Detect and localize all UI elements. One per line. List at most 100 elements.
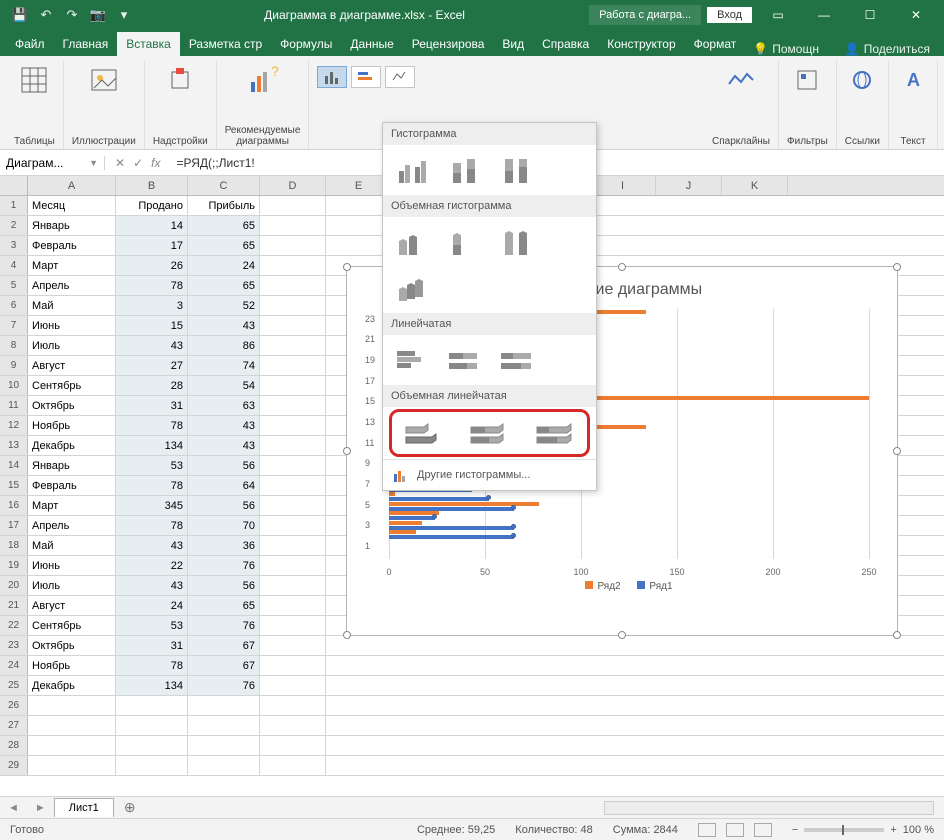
page-break-view-icon[interactable]: [754, 823, 772, 837]
normal-view-icon[interactable]: [698, 823, 716, 837]
percent-stacked-column-3d-icon[interactable]: [497, 225, 537, 259]
cell[interactable]: 65: [188, 596, 260, 615]
cell[interactable]: 78: [116, 476, 188, 495]
cell[interactable]: [260, 616, 326, 635]
stacked-column-3d-icon[interactable]: [445, 225, 485, 259]
cancel-formula-icon[interactable]: ✕: [115, 156, 125, 170]
cell[interactable]: 345: [116, 496, 188, 515]
cell[interactable]: 86: [188, 336, 260, 355]
cell[interactable]: 22: [116, 556, 188, 575]
cell[interactable]: 27: [116, 356, 188, 375]
cell[interactable]: [260, 496, 326, 515]
cell[interactable]: [260, 656, 326, 675]
qat-dropdown-icon[interactable]: ▾: [116, 7, 132, 23]
cell[interactable]: 54: [188, 376, 260, 395]
cell[interactable]: Сентябрь: [28, 616, 116, 635]
cell[interactable]: [260, 256, 326, 275]
row-header[interactable]: 19: [0, 556, 28, 575]
clustered-column-icon[interactable]: [393, 153, 433, 187]
cell[interactable]: 67: [188, 656, 260, 675]
row-header[interactable]: 23: [0, 636, 28, 655]
cell[interactable]: [260, 196, 326, 215]
cell[interactable]: Июль: [28, 336, 116, 355]
bar-chart-button[interactable]: [351, 66, 381, 88]
percent-stacked-column-icon[interactable]: [497, 153, 537, 187]
cell[interactable]: 76: [188, 676, 260, 695]
sheet-nav-prev[interactable]: ◄: [0, 802, 27, 814]
sheet-tab[interactable]: Лист1: [54, 798, 114, 817]
cell[interactable]: [260, 296, 326, 315]
line-chart-button[interactable]: [385, 66, 415, 88]
cell[interactable]: Ноябрь: [28, 656, 116, 675]
sheet-nav-next[interactable]: ►: [27, 802, 54, 814]
save-icon[interactable]: 💾: [12, 7, 28, 23]
row-header[interactable]: 16: [0, 496, 28, 515]
cell[interactable]: [260, 276, 326, 295]
cell[interactable]: 78: [116, 516, 188, 535]
col-header-a[interactable]: A: [28, 176, 116, 195]
column-3d-icon[interactable]: [393, 271, 433, 305]
cell[interactable]: Сентябрь: [28, 376, 116, 395]
cell[interactable]: Декабрь: [28, 436, 116, 455]
cell[interactable]: 78: [116, 276, 188, 295]
zoom-control[interactable]: − + 100 %: [792, 824, 934, 836]
accept-formula-icon[interactable]: ✓: [133, 156, 143, 170]
cell[interactable]: Октябрь: [28, 636, 116, 655]
name-box[interactable]: Диаграм... ▼: [0, 156, 105, 170]
cell[interactable]: 43: [116, 576, 188, 595]
ribbon-group-addins[interactable]: Надстройки: [145, 60, 217, 149]
ribbon-group-sparklines[interactable]: Спарклайны: [704, 60, 779, 149]
cell[interactable]: 43: [188, 416, 260, 435]
ribbon-group-recommended-charts[interactable]: ? Рекомендуемые диаграммы: [217, 60, 310, 149]
cell[interactable]: [260, 216, 326, 235]
cell[interactable]: [260, 436, 326, 455]
close-icon[interactable]: ✕: [896, 0, 936, 30]
tab-data[interactable]: Данные: [341, 32, 402, 56]
cell[interactable]: 78: [116, 656, 188, 675]
cell[interactable]: Декабрь: [28, 676, 116, 695]
cell[interactable]: 64: [188, 476, 260, 495]
zoom-level[interactable]: 100 %: [903, 824, 934, 836]
col-header-i[interactable]: I: [590, 176, 656, 195]
tab-insert[interactable]: Вставка: [117, 32, 180, 56]
tab-layout[interactable]: Разметка стр: [180, 32, 271, 56]
column-chart-button[interactable]: [317, 66, 347, 88]
cell[interactable]: [260, 596, 326, 615]
row-header[interactable]: 7: [0, 316, 28, 335]
chart-legend[interactable]: Ряд2 Ряд1: [347, 577, 897, 596]
clustered-bar-icon[interactable]: [393, 343, 433, 377]
ribbon-group-filters[interactable]: Фильтры: [779, 60, 837, 149]
row-header[interactable]: 8: [0, 336, 28, 355]
tab-file[interactable]: Файл: [6, 32, 54, 56]
cell[interactable]: [260, 416, 326, 435]
cell[interactable]: 65: [188, 276, 260, 295]
percent-stacked-bar-3d-icon[interactable]: [535, 416, 575, 450]
select-all-corner[interactable]: [0, 176, 28, 195]
cell[interactable]: Январь: [28, 456, 116, 475]
cell[interactable]: Март: [28, 256, 116, 275]
cell[interactable]: 26: [116, 256, 188, 275]
ribbon-group-tables[interactable]: Таблицы: [6, 60, 64, 149]
cell[interactable]: 17: [116, 236, 188, 255]
cell[interactable]: Июль: [28, 576, 116, 595]
share-button[interactable]: 👤Поделиться: [837, 42, 938, 56]
row-header[interactable]: 10: [0, 376, 28, 395]
zoom-in-icon[interactable]: +: [890, 824, 896, 836]
stacked-bar-icon[interactable]: [445, 343, 485, 377]
row-header[interactable]: 9: [0, 356, 28, 375]
cell[interactable]: Май: [28, 536, 116, 555]
cell[interactable]: 134: [116, 676, 188, 695]
cell[interactable]: Месяц: [28, 196, 116, 215]
cell[interactable]: 53: [116, 456, 188, 475]
tab-help[interactable]: Справка: [533, 32, 598, 56]
tab-formulas[interactable]: Формулы: [271, 32, 341, 56]
zoom-slider[interactable]: [804, 828, 884, 832]
cell[interactable]: 63: [188, 396, 260, 415]
cell[interactable]: 67: [188, 636, 260, 655]
ribbon-group-illustrations[interactable]: Иллюстрации: [64, 60, 145, 149]
cell[interactable]: [260, 236, 326, 255]
cell[interactable]: 31: [116, 396, 188, 415]
row-header[interactable]: 4: [0, 256, 28, 275]
cell[interactable]: 36: [188, 536, 260, 555]
tab-review[interactable]: Рецензирова: [403, 32, 494, 56]
